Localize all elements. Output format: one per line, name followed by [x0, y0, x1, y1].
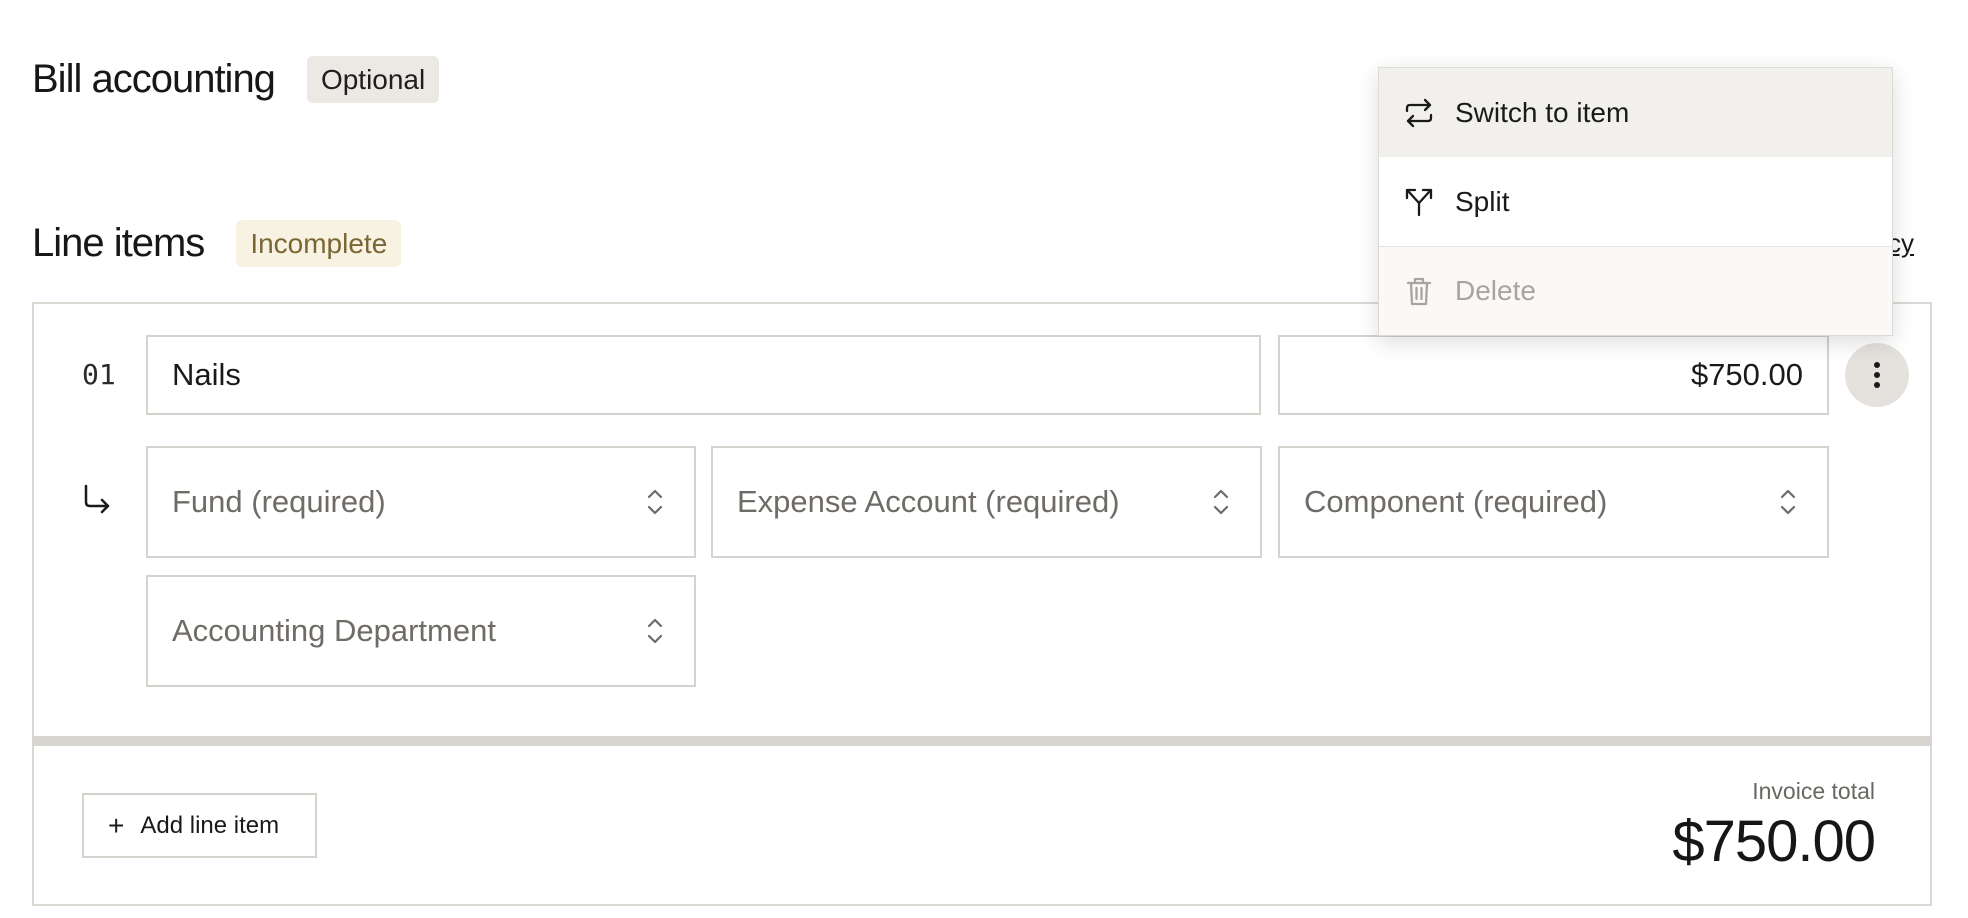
menu-item-label: Delete: [1455, 275, 1536, 306]
menu-item-split[interactable]: Split: [1379, 157, 1892, 246]
add-line-item-button[interactable]: + Add line item: [82, 793, 317, 858]
bill-accounting-title: Bill accounting: [32, 57, 276, 101]
chevron-up-down-icon: [647, 489, 663, 515]
line-item-more-button[interactable]: [1845, 343, 1909, 407]
card-divider: [32, 736, 1932, 746]
more-vertical-icon: [1874, 362, 1880, 388]
line-item-context-menu: Switch to item Split Delete: [1378, 67, 1893, 336]
line-item-amount-input[interactable]: $750.00: [1278, 335, 1829, 415]
invoice-total-value: $750.00: [1672, 809, 1876, 874]
subitem-arrow-icon: [84, 484, 110, 514]
split-icon: [1405, 188, 1433, 216]
accounting-department-select[interactable]: Accounting Department: [146, 575, 696, 687]
line-item-description-input[interactable]: Nails: [146, 335, 1261, 415]
expense-account-placeholder: Expense Account (required): [737, 484, 1120, 519]
accounting-department-placeholder: Accounting Department: [172, 613, 496, 648]
chevron-up-down-icon: [1780, 489, 1796, 515]
component-select[interactable]: Component (required): [1278, 446, 1829, 558]
menu-item-switch-to-item[interactable]: Switch to item: [1379, 68, 1892, 157]
line-item-description-value: Nails: [172, 357, 241, 392]
invoice-total-label: Invoice total: [1752, 778, 1875, 804]
plus-icon: +: [108, 809, 125, 841]
switch-arrows-icon: [1405, 98, 1433, 127]
add-line-item-label: Add line item: [140, 811, 280, 839]
expense-account-select[interactable]: Expense Account (required): [711, 446, 1262, 558]
fund-select[interactable]: Fund (required): [146, 446, 696, 558]
optional-badge: Optional: [306, 56, 440, 103]
line-items-title: Line items: [32, 221, 205, 265]
menu-item-label: Switch to item: [1455, 96, 1630, 128]
menu-item-delete[interactable]: Delete: [1379, 246, 1892, 335]
chevron-up-down-icon: [647, 618, 663, 644]
line-items-header: Line items Incomplete: [32, 220, 402, 267]
bill-accounting-header: Bill accounting Optional: [32, 56, 440, 103]
incomplete-badge: Incomplete: [236, 220, 402, 267]
menu-item-label: Split: [1455, 185, 1510, 217]
chevron-up-down-icon: [1213, 489, 1229, 515]
fund-placeholder: Fund (required): [172, 484, 386, 519]
line-item-number: 01: [82, 358, 116, 391]
component-placeholder: Component (required): [1304, 484, 1608, 519]
trash-icon: [1406, 277, 1432, 306]
line-item-amount-value: $750.00: [1690, 357, 1803, 392]
